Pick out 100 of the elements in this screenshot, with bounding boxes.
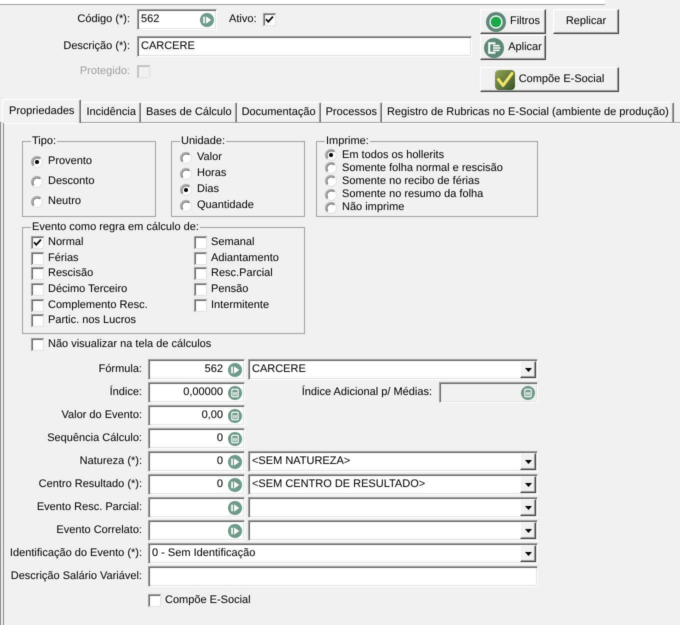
dropdown-field[interactable]: CARCERE: [248, 359, 538, 380]
dropdown-field[interactable]: [248, 520, 538, 541]
radio-button[interactable]: [180, 200, 192, 212]
arrow-circle-icon[interactable]: [228, 454, 242, 468]
checkbox[interactable]: [194, 283, 207, 296]
checkbox-label[interactable]: Semanal: [211, 236, 254, 250]
code-field[interactable]: [148, 497, 245, 518]
dot-circle-icon: [486, 12, 506, 32]
checkbox[interactable]: [262, 13, 276, 26]
checkbox[interactable]: [194, 236, 207, 250]
number-field[interactable]: 0,00: [148, 405, 245, 426]
calculator-icon[interactable]: [228, 386, 242, 400]
dropdown-button[interactable]: [520, 545, 536, 562]
radio-button[interactable]: [325, 188, 337, 201]
caret-icon: [524, 528, 532, 532]
apply-button[interactable]: Aplicar: [480, 35, 546, 60]
tab[interactable]: Documentação: [236, 102, 321, 122]
tab[interactable]: Propriedades: [2, 99, 82, 123]
dropdown-button[interactable]: [520, 361, 536, 378]
text-field[interactable]: [148, 566, 538, 587]
radio-label[interactable]: Somente no resumo da folha: [342, 188, 484, 202]
radio-label[interactable]: Desconto: [48, 175, 94, 188]
checkbox-label[interactable]: Intermitente: [211, 298, 270, 312]
radio-label[interactable]: Somente no recibo de férias: [342, 174, 480, 188]
checkbox[interactable]: [31, 314, 44, 328]
radio-label[interactable]: Somente folha normal e rescisão: [342, 162, 503, 175]
checkbox-label[interactable]: Férias: [48, 252, 79, 265]
tab[interactable]: Incidência: [81, 102, 141, 122]
number-field[interactable]: 0: [148, 428, 245, 449]
tab[interactable]: Bases de Cálculo: [140, 102, 237, 122]
dropdown-button[interactable]: [520, 476, 536, 493]
checkbox[interactable]: [194, 298, 207, 312]
checkbox-label[interactable]: Décimo Terceiro: [48, 283, 128, 296]
replicate-button[interactable]: Replicar: [553, 9, 619, 34]
checkbox-label[interactable]: Resc.Parcial: [211, 267, 273, 280]
radio-button[interactable]: [325, 202, 337, 214]
radio-label[interactable]: Neutro: [48, 195, 82, 208]
checkbox-label[interactable]: Não visualizar na tela de cálculos: [48, 338, 212, 351]
radio-label[interactable]: Horas: [197, 167, 226, 180]
radio-label[interactable]: Em todos os hollerits: [342, 148, 444, 162]
radio-label[interactable]: Provento: [48, 155, 92, 168]
field-label: Descrição Salário Variável:: [10, 570, 143, 583]
checkbox[interactable]: [148, 594, 161, 607]
dropdown-field[interactable]: 0 - Sem Identificação: [148, 543, 538, 564]
dropdown-field[interactable]: [248, 497, 538, 518]
radio-label[interactable]: Valor: [197, 151, 222, 164]
checkbox-label[interactable]: Compõe E-Social: [165, 594, 251, 607]
checkbox[interactable]: [31, 267, 44, 280]
dropdown-field[interactable]: <SEM CENTRO DE RESULTADO>: [248, 474, 538, 495]
radio-button[interactable]: [325, 162, 337, 174]
dropdown-field[interactable]: <SEM NATUREZA>: [248, 451, 538, 472]
checkbox[interactable]: [31, 252, 44, 265]
arrow-circle-icon[interactable]: [200, 12, 214, 26]
number-field[interactable]: 0,00000: [148, 382, 245, 403]
radio-button[interactable]: [31, 156, 43, 168]
checkbox[interactable]: [194, 252, 207, 265]
checkbox[interactable]: [31, 283, 44, 296]
radio-button[interactable]: [180, 152, 192, 164]
arrow-circle-icon[interactable]: [228, 500, 242, 514]
field-label: Índice Adicional p/ Médias:: [300, 386, 433, 399]
filters-button[interactable]: Filtros: [480, 9, 546, 34]
checkbox[interactable]: [31, 298, 44, 312]
checkbox-label[interactable]: Normal: [48, 236, 84, 250]
dropdown-button[interactable]: [520, 499, 536, 516]
checkbox-label[interactable]: Partic. nos Lucros: [48, 314, 136, 328]
radio-button[interactable]: [31, 196, 43, 208]
esocial-button[interactable]: Compõe E-Social: [480, 67, 619, 92]
radio-button[interactable]: [325, 175, 337, 188]
radio-button[interactable]: [180, 184, 192, 196]
tab[interactable]: Processos: [320, 102, 382, 122]
code-field[interactable]: 0: [148, 451, 245, 472]
checkbox-label[interactable]: Adiantamento: [211, 252, 279, 265]
calculator-icon[interactable]: [228, 432, 242, 446]
checkbox-label[interactable]: Complemento Resc.: [48, 298, 148, 312]
checkbox[interactable]: [31, 236, 44, 250]
calculator-icon[interactable]: [228, 408, 242, 422]
dropdown-button[interactable]: [520, 522, 536, 539]
code-field[interactable]: [148, 520, 245, 541]
checkbox[interactable]: [31, 338, 44, 351]
dropdown-button[interactable]: [520, 453, 536, 470]
field-label: Valor do Evento:: [60, 409, 143, 422]
checkbox-label[interactable]: Pensão: [211, 283, 248, 296]
checkbox[interactable]: [194, 267, 207, 280]
radio-button[interactable]: [180, 168, 192, 180]
arrow-circle-icon[interactable]: [228, 524, 242, 538]
code-field[interactable]: 562: [137, 9, 217, 30]
code-field[interactable]: 0: [148, 474, 245, 495]
radio-button[interactable]: [325, 149, 337, 162]
radio-label[interactable]: Quantidade: [197, 199, 254, 212]
radio-label[interactable]: Não imprime: [342, 201, 404, 214]
tab[interactable]: Registro de Rubricas no E-Social (ambiente de produção): [382, 102, 674, 122]
code-field[interactable]: 562: [148, 359, 245, 380]
checkbox-label[interactable]: Rescisão: [48, 267, 94, 280]
checkmark-icon: [494, 70, 515, 90]
arrow-circle-icon[interactable]: [228, 478, 242, 492]
radio-label[interactable]: Dias: [197, 183, 220, 196]
door-icon: [484, 38, 504, 58]
description-field[interactable]: CARCERE: [137, 36, 472, 57]
arrow-circle-icon[interactable]: [228, 362, 242, 376]
radio-button[interactable]: [31, 176, 43, 188]
